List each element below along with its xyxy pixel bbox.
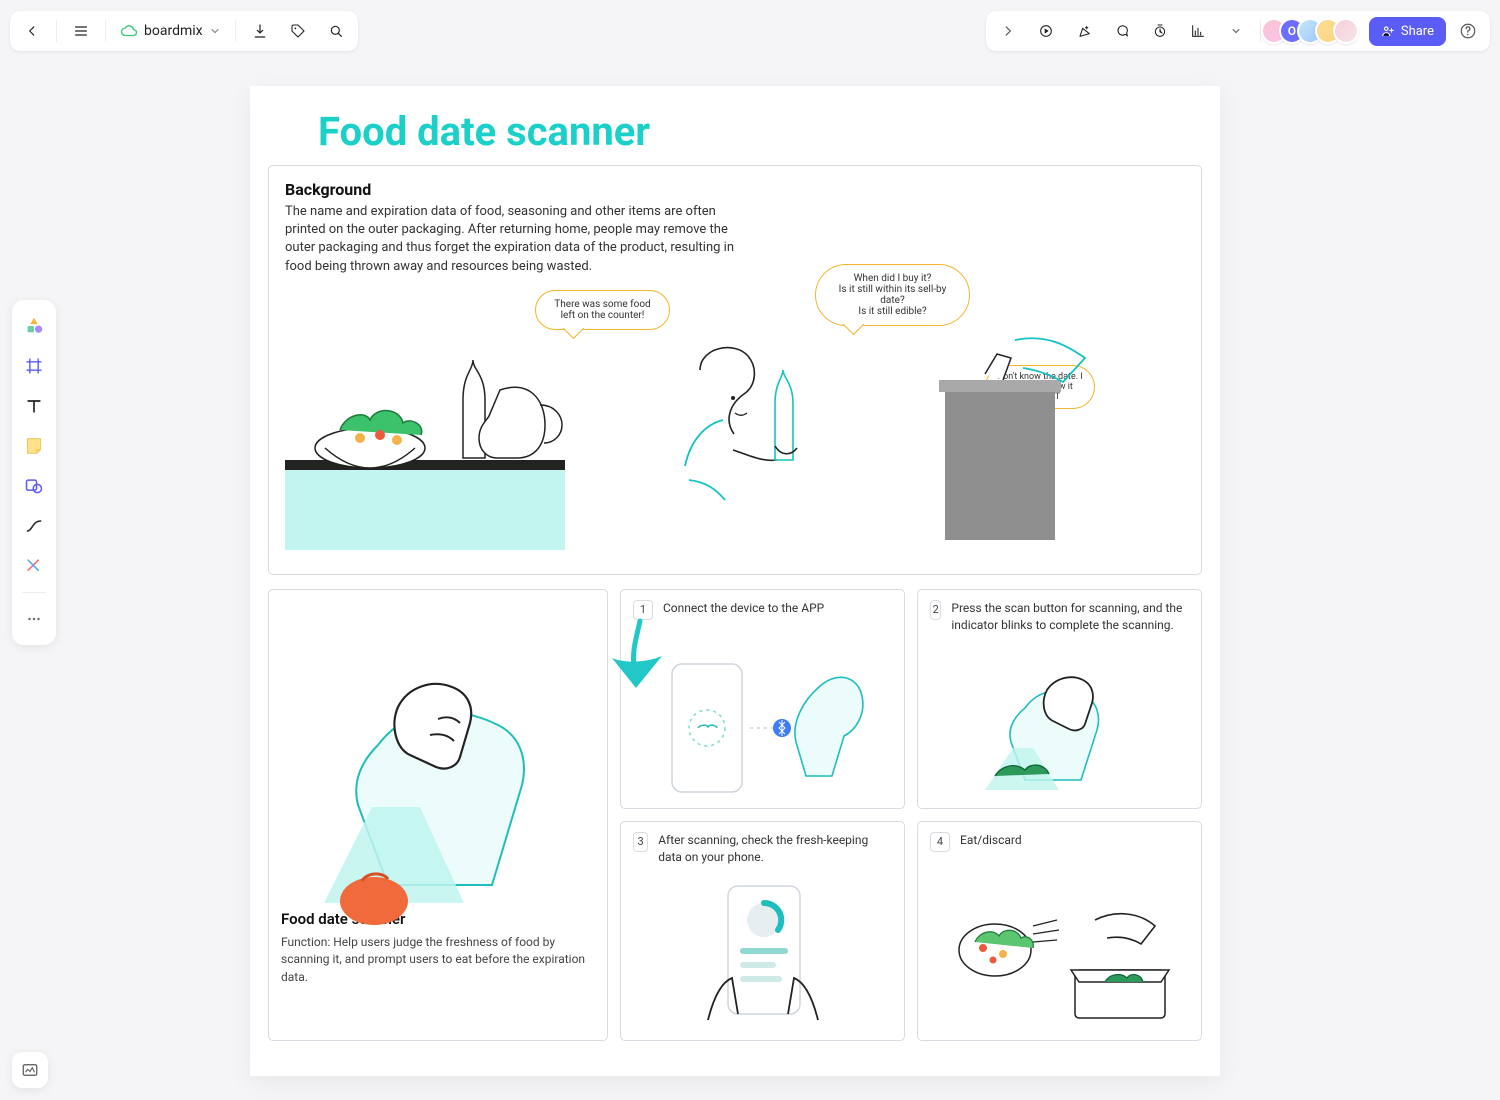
sparkle-icon — [1076, 23, 1092, 39]
connector-tool[interactable] — [16, 508, 52, 544]
step-number: 2 — [930, 600, 941, 620]
step1-illustration — [658, 658, 868, 798]
chevron-down-icon — [209, 25, 221, 37]
step-card-2: 2 Press the scan button for scanning, an… — [917, 589, 1202, 809]
minimap-button[interactable] — [12, 1052, 48, 1088]
hamburger-icon — [73, 23, 89, 39]
chart-icon — [1190, 23, 1206, 39]
big-card: Food date scanner Function: Help users j… — [268, 589, 608, 1041]
avatars: O — [1269, 18, 1359, 44]
chevron-down-icon — [1230, 25, 1242, 37]
square-circle-icon — [24, 476, 44, 496]
celebrate-button[interactable] — [1068, 15, 1100, 47]
step-card-3: 3 After scanning, check the fresh-keepin… — [620, 821, 905, 1041]
toolbar-left: boardmix — [10, 11, 358, 51]
search-icon — [328, 23, 344, 39]
step-text: Press the scan button for scanning, and … — [951, 600, 1189, 634]
frame-icon — [24, 356, 44, 376]
play-circle-icon — [1038, 23, 1054, 39]
avatar-user-4[interactable] — [1333, 18, 1359, 44]
comment-button[interactable] — [1106, 15, 1138, 47]
text-icon — [24, 396, 44, 416]
more-button[interactable] — [1220, 15, 1252, 47]
step-number: 3 — [633, 832, 648, 852]
step-number: 4 — [930, 832, 950, 852]
pen-cross-icon — [24, 556, 44, 576]
tag-icon — [290, 23, 306, 39]
step-text: Connect the device to the APP — [663, 600, 824, 617]
help-icon — [1459, 22, 1477, 40]
canvas[interactable]: Food date scanner Background The name an… — [250, 86, 1220, 1076]
arrow-illustration — [600, 616, 670, 696]
big-card-text: Function: Help users judge the freshness… — [281, 934, 595, 986]
pen-tool[interactable] — [16, 548, 52, 584]
frame-tool[interactable] — [16, 348, 52, 384]
more-tools-button[interactable] — [16, 601, 52, 637]
scene-illustration: There was some food left on the counter!… — [285, 280, 1185, 560]
page-title: Food date scanner — [318, 108, 1202, 155]
chevron-left-icon — [25, 24, 39, 38]
chevron-right-icon — [1001, 24, 1015, 38]
template-tool[interactable] — [16, 308, 52, 344]
shapes-icon — [23, 315, 45, 337]
menu-button[interactable] — [65, 15, 97, 47]
search-button[interactable] — [320, 15, 352, 47]
brand-label: boardmix — [144, 23, 203, 39]
background-text: The name and expiration data of food, se… — [285, 203, 745, 276]
chart-button[interactable] — [1182, 15, 1214, 47]
person-plus-icon — [1381, 24, 1395, 38]
minimap-icon — [21, 1061, 39, 1079]
background-heading: Background — [285, 180, 1185, 199]
timer-button[interactable] — [1144, 15, 1176, 47]
cloud-icon — [120, 22, 138, 40]
expand-right-button[interactable] — [992, 15, 1024, 47]
shape-tool[interactable] — [16, 468, 52, 504]
scanner-hero-illustration — [288, 655, 588, 935]
help-button[interactable] — [1452, 15, 1484, 47]
step2-illustration — [955, 668, 1165, 798]
share-button[interactable]: Share — [1369, 17, 1446, 46]
steps-grid: Food date scanner Function: Help users j… — [268, 589, 1202, 1041]
download-button[interactable] — [244, 15, 276, 47]
dots-icon — [25, 610, 43, 628]
scene-svg — [285, 300, 1185, 560]
step3-illustration — [658, 880, 868, 1030]
step-text: After scanning, check the fresh-keeping … — [658, 832, 892, 866]
download-icon — [252, 23, 268, 39]
sticky-note-tool[interactable] — [16, 428, 52, 464]
comment-icon — [1114, 23, 1130, 39]
brand[interactable]: boardmix — [114, 22, 227, 40]
step4-illustration — [945, 890, 1175, 1030]
left-tool-panel — [12, 300, 56, 645]
curve-icon — [24, 516, 44, 536]
sticky-note-icon — [23, 435, 45, 457]
text-tool[interactable] — [16, 388, 52, 424]
tag-button[interactable] — [282, 15, 314, 47]
background-section: Background The name and expiration data … — [268, 165, 1202, 575]
present-button[interactable] — [1030, 15, 1062, 47]
timer-icon — [1152, 23, 1168, 39]
top-toolbar: boardmix — [10, 10, 1490, 52]
toolbar-right: O Share — [986, 11, 1490, 51]
share-label: Share — [1401, 24, 1434, 39]
step-card-4: 4 Eat/discard — [917, 821, 1202, 1041]
step-text: Eat/discard — [960, 832, 1022, 849]
back-button[interactable] — [16, 15, 48, 47]
